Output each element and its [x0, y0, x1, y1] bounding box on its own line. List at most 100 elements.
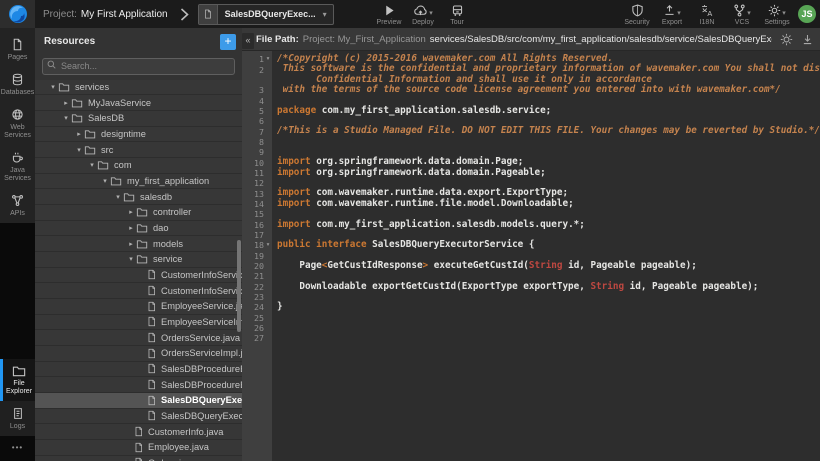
vcs-button[interactable]: ▾VCS [729, 3, 755, 26]
tree-folder-row[interactable]: ▾salesdb [35, 189, 242, 205]
gear-icon [768, 4, 781, 17]
play-icon [383, 4, 396, 17]
branch-icon [733, 4, 746, 17]
tree-folder-row[interactable]: ▸models [35, 236, 242, 252]
user-avatar[interactable]: JS [798, 5, 816, 23]
caret-expanded-icon[interactable]: ▾ [126, 255, 136, 263]
tree-scrollbar[interactable] [237, 240, 241, 332]
code-line: 23 [242, 292, 820, 302]
code-text [272, 323, 277, 333]
code-area[interactable]: 1▾/*Copyright (c) 2015-2016 wavemaker.co… [242, 51, 820, 461]
tree-file-row[interactable]: CustomerInfo.java [35, 424, 242, 440]
caret-collapsed-icon[interactable]: ▸ [126, 224, 136, 232]
artefact-dropdown[interactable]: SalesDBQueryExec... ▾ [198, 4, 334, 25]
sidebar-item-web-services[interactable]: Web Services [0, 102, 35, 145]
file-icon [134, 426, 143, 437]
top-bar: Project: My First Application SalesDBQue… [0, 0, 820, 28]
caret-collapsed-icon[interactable]: ▸ [61, 99, 71, 107]
tree-file-row[interactable]: SalesDBProcedureExecutorServiceImpl.java [35, 377, 242, 393]
tree-folder-row[interactable]: ▸MyJavaService [35, 95, 242, 111]
caret-collapsed-icon[interactable]: ▸ [126, 240, 136, 248]
project-label: Project: [43, 9, 77, 20]
tree-file-row[interactable]: OrdersService.java [35, 330, 242, 346]
tree-folder-row[interactable]: ▾src [35, 142, 242, 158]
caret-expanded-icon[interactable]: ▾ [48, 83, 58, 91]
tree-file-row[interactable]: CustomerInfoServiceImpl.java [35, 283, 242, 299]
line-gutter: 19 [242, 251, 272, 261]
add-resource-button[interactable]: + [220, 34, 236, 50]
file-path-label: File Path: [256, 34, 299, 45]
tree-file-row[interactable]: EmployeeService.java [35, 299, 242, 315]
folder-icon [110, 176, 122, 186]
chevron-right-icon [180, 8, 189, 21]
sidebar-item-logs[interactable]: Logs [0, 401, 35, 436]
tree-folder-row[interactable]: ▸ controller [35, 205, 242, 221]
i18n-button[interactable]: AI18N [694, 3, 720, 26]
tree-file-row[interactable]: Orders.java [35, 456, 242, 461]
wavemaker-logo-icon[interactable] [0, 0, 35, 28]
tree-file-row[interactable]: SalesDBQueryExecutorService.java [35, 393, 242, 409]
code-line: 8 [242, 137, 820, 147]
security-button[interactable]: Security [624, 3, 650, 26]
code-text: import org.springframework.data.domain.P… [272, 168, 546, 178]
sidebar-item-pages[interactable]: Pages [0, 32, 35, 67]
tree-folder-row[interactable]: ▾ SalesDB [35, 111, 242, 127]
caret-expanded-icon[interactable]: ▾ [113, 193, 123, 201]
tree-item-label: SalesDB [88, 113, 124, 123]
tree-folder-row[interactable]: ▾service [35, 252, 242, 268]
fold-marker-icon[interactable]: ▾ [264, 240, 272, 250]
tree-file-row[interactable]: CustomerInfoService.java [35, 268, 242, 284]
tree-item-label: OrdersService.java [161, 333, 240, 343]
file-icon [199, 5, 218, 24]
deploy-button[interactable]: ▾ Deploy [410, 3, 436, 26]
sidebar-item-file-explorer[interactable]: File Explorer [0, 359, 35, 401]
code-line: 25 [242, 313, 820, 323]
tree-file-row[interactable]: OrdersServiceImpl.java [35, 346, 242, 362]
api-icon [11, 194, 24, 207]
tree-item-label: EmployeeServiceImpl.java [161, 317, 242, 327]
tree-folder-row[interactable]: ▾services [35, 80, 242, 96]
caret-expanded-icon[interactable]: ▾ [87, 161, 97, 169]
tree-file-row[interactable]: SalesDBProcedureExecutorService.java [35, 362, 242, 378]
file-icon [147, 395, 156, 406]
code-line: 16import com.my_first_application.salesd… [242, 220, 820, 230]
sidebar-item-apis[interactable]: APIs [0, 188, 35, 223]
caret-expanded-icon[interactable]: ▾ [61, 114, 71, 122]
sidebar-more-button[interactable]: ••• [0, 436, 35, 461]
sidebar-spacer [0, 223, 35, 359]
tree-file-row[interactable]: EmployeeServiceImpl.java [35, 315, 242, 331]
tree-folder-row[interactable]: ▸dao [35, 221, 242, 237]
caret-collapsed-icon[interactable]: ▸ [74, 130, 84, 138]
wavemaker-studio: Project: My First Application SalesDBQue… [0, 0, 820, 461]
tree-folder-row[interactable]: ▾com [35, 158, 242, 174]
line-gutter: 6 [242, 116, 272, 126]
sidebar-item-databases[interactable]: Databases [0, 67, 35, 102]
tree-folder-row[interactable]: ▾my_first_application [35, 174, 242, 190]
download-file-icon[interactable] [801, 33, 814, 46]
sidebar-item-java-services[interactable]: Java Services [0, 145, 35, 188]
caret-expanded-icon[interactable]: ▾ [74, 146, 84, 154]
collapse-panel-button[interactable]: « [242, 33, 254, 49]
tree-item-label: controller [153, 207, 191, 217]
caret-collapsed-icon[interactable]: ▸ [126, 208, 136, 216]
line-gutter: 14 [242, 199, 272, 209]
resources-header: Resources + « [35, 28, 242, 55]
chevron-down-icon: ▾ [429, 10, 433, 17]
tool-label: Export [662, 19, 682, 26]
search-input[interactable] [42, 58, 235, 75]
fold-marker-icon[interactable]: ▾ [264, 54, 272, 64]
caret-expanded-icon[interactable]: ▾ [100, 177, 110, 185]
editor-settings-gear-icon[interactable] [780, 33, 793, 46]
preview-button[interactable]: Preview [376, 3, 402, 26]
tool-label: Deploy [412, 19, 434, 26]
tool-label: Settings [764, 19, 789, 26]
export-button[interactable]: ▾Export [659, 3, 685, 26]
tree-folder-row[interactable]: ▸designtime [35, 127, 242, 143]
tree-file-row[interactable]: SalesDBQueryExecutorServiceImpl.java [35, 409, 242, 425]
tree-file-row[interactable]: Employee.java [35, 440, 242, 456]
sidebar-item-label: Databases [1, 89, 34, 97]
tour-button[interactable]: Tour [444, 3, 470, 26]
chevron-down-icon: ▾ [323, 10, 333, 19]
code-text: package com.my_first_application.salesdb… [272, 106, 551, 116]
settings-button[interactable]: ▾Settings [764, 3, 790, 26]
